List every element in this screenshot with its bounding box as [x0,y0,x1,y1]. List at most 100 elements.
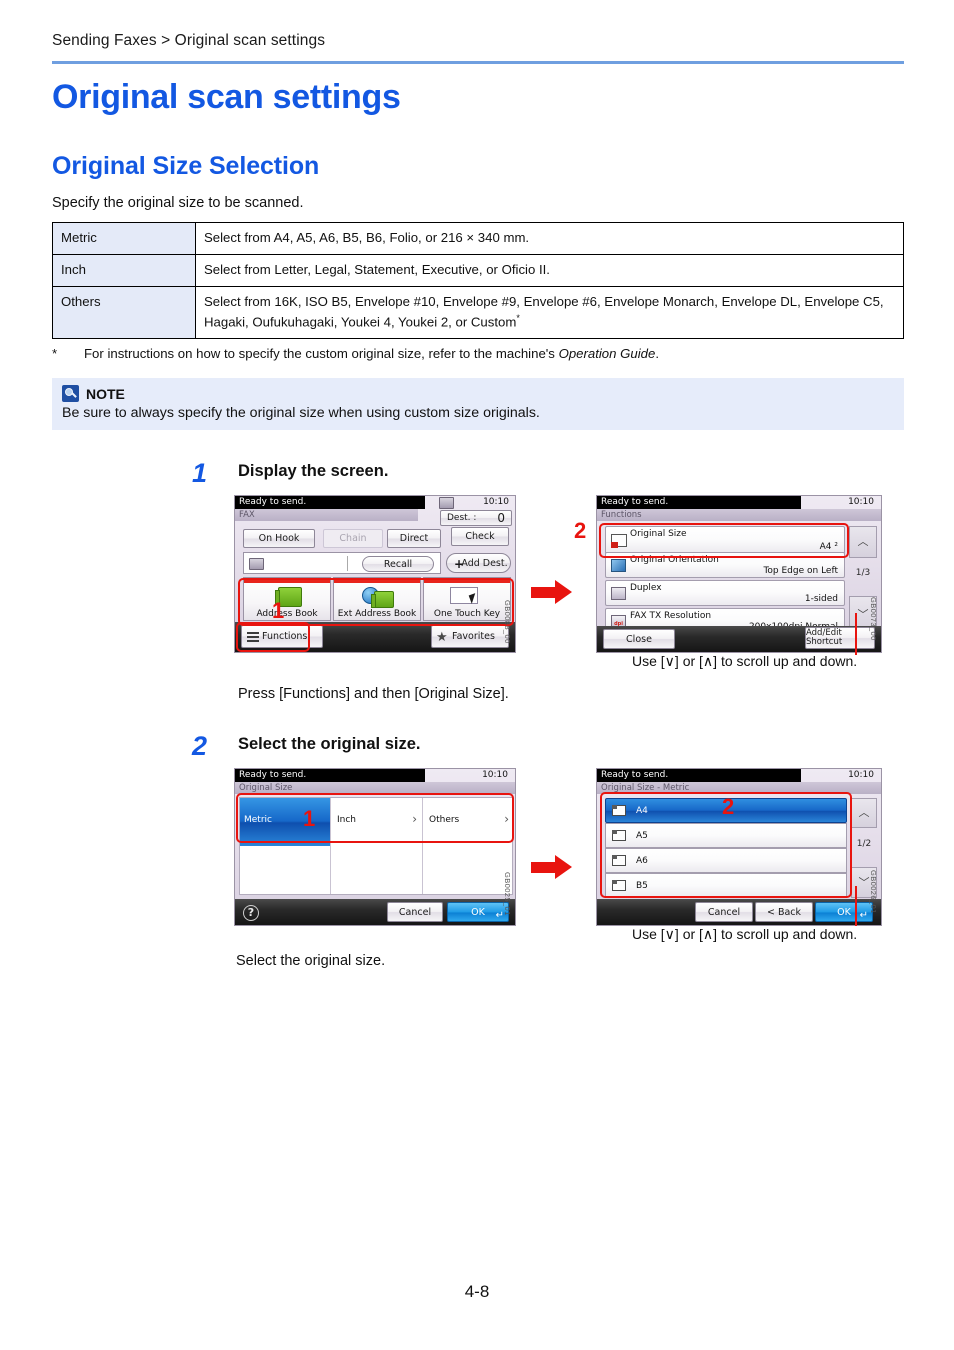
row-value: Top Edge on Left [763,566,838,576]
fax-tab-label: FAX [239,510,255,520]
item-label: B5 [636,881,648,891]
item-label: A6 [636,856,648,866]
add-dest-button[interactable]: + Add Dest. [446,553,511,573]
scroll-up-button[interactable]: ︿ [849,526,877,558]
option-others[interactable]: Others › [422,798,515,846]
row-label: Original Orientation [630,555,719,565]
tile-address-book[interactable]: Address Book [243,577,331,621]
tile-one-touch-key[interactable]: One Touch Key [423,577,511,621]
metric-status-bar: Ready to send. [597,769,802,782]
tile-label: Ext Address Book [337,609,417,619]
callout-leader-line [855,613,857,655]
figure-id-functions: GB0073_00 [869,597,878,641]
plus-icon: + [454,557,465,571]
ok-button[interactable]: OK ↵ [815,902,873,922]
dest-counter[interactable]: Dest. : 0 [440,510,512,526]
back-button[interactable]: < Back [755,902,813,922]
step-2-number: 2 [192,731,208,761]
row-label: Duplex [630,583,662,593]
figure-id-original-size: GB0025_01 [503,872,512,916]
document-page: Sending Faxes > Original scan settings O… [0,0,954,1350]
option-inch[interactable]: Inch › [330,798,423,846]
functions-button[interactable]: Functions [241,625,323,648]
close-button[interactable]: Close [603,629,675,649]
tile-label: One Touch Key [433,609,501,619]
item-label: A5 [636,831,648,841]
step-2-body: Select the original size. [236,953,386,969]
ok-button[interactable]: OK ↵ [447,902,509,922]
size-category-grid: Metric Inch › Others › [239,797,513,895]
item-label: A4 [636,806,648,816]
functions-tab-label: Functions [601,510,642,520]
fax-status-text: Ready to send. [239,497,307,507]
metric-status-text: Ready to send. [601,770,669,780]
chevron-right-icon: › [412,812,417,826]
ok-label: OK [837,906,851,918]
step-1-title: Display the screen. [238,462,389,480]
original-size-icon [611,534,627,548]
table-row: Others Select from 16K, ISO B5, Envelope… [52,286,904,340]
cancel-button[interactable]: Cancel [695,902,753,922]
table-key-others: Others [52,286,196,340]
add-edit-shortcut-button[interactable]: Add/Edit Shortcut [805,627,875,649]
table-row: Metric Select from A4, A5, A6, B5, B6, F… [52,221,904,256]
callout-number-2b: 2 [722,794,735,819]
page-number: 4-8 [464,1282,490,1301]
step-1-right-caption: Use [∨] or [∧] to scroll up and down. [632,653,858,669]
functions-status-bar: Ready to send. [597,496,802,509]
direct-button[interactable]: Direct [387,529,441,548]
tile-ext-address-book[interactable]: Ext Address Book [333,577,421,621]
row-label: FAX TX Resolution [630,611,712,621]
row-original-size[interactable]: Original Size A4 ² [605,526,845,554]
input-caret-divider [347,556,348,571]
original-size-status-bar: Ready to send. [235,769,426,782]
step-1-body: Press [Functions] and then [Original Siz… [238,686,509,702]
printer-icon [439,497,454,509]
step-2-title: Select the original size. [238,735,421,753]
page-indicator: 1/2 [856,839,872,849]
help-icon[interactable]: ? [243,905,259,921]
chain-button[interactable]: Chain [323,529,383,548]
step-2-right-caption: Use [∨] or [∧] to scroll up and down. [632,926,858,942]
grid-divider [422,846,423,894]
item-a6[interactable]: A6 [605,848,847,873]
callout-number-1b: 1 [303,806,316,831]
footnote-text-after: . [655,346,660,361]
original-size-tab-label: Original Size [239,783,293,793]
metric-time: 10:10 [848,770,874,780]
functions-time: 10:10 [848,497,874,507]
callout-number-1: 1 [272,598,285,623]
footnote: * For instructions on how to specify the … [52,346,659,361]
functions-status-text: Ready to send. [601,497,669,507]
item-a5[interactable]: A5 [605,823,847,848]
tile-accent-bar [424,578,510,583]
table-value-metric: Select from A4, A5, A6, B5, B6, Folio, o… [195,221,904,256]
metric-tab-bar: Original Size - Metric [597,782,881,794]
item-b5[interactable]: B5 [605,873,847,898]
recall-button[interactable]: Recall [362,556,434,572]
cancel-button[interactable]: Cancel [387,902,443,922]
original-size-tab-bar: Original Size [235,782,515,794]
option-metric[interactable]: Metric [240,798,330,846]
destination-input[interactable]: Recall [243,552,441,574]
paper-icon [612,855,626,866]
tile-accent-bar [244,578,330,583]
favorites-label: Favorites [452,631,495,642]
on-hook-button[interactable]: On Hook [243,529,315,548]
metric-tab-label: Original Size - Metric [601,783,690,793]
functions-icon [247,632,259,642]
fax-destination-icon [249,558,264,570]
screen-functions: Ready to send. 10:10 Functions Original … [596,495,882,653]
fax-tab-bar: FAX [235,509,419,521]
favorites-button[interactable]: ★ Favorites [431,625,509,648]
figure-id-fax-home: GB0088_00 [503,600,512,644]
row-original-orientation[interactable]: Original Orientation Top Edge on Left [605,552,845,578]
figure-id-metric: GB0026_01 [869,870,878,914]
check-button[interactable]: Check [451,527,509,546]
intro-text: Specify the original size to be scanned. [52,195,304,211]
step-1-number: 1 [192,458,208,488]
add-edit-shortcut-label: Add/Edit Shortcut [806,628,843,647]
scroll-up-button[interactable]: ︿ [851,798,877,828]
row-duplex[interactable]: Duplex 1-sided [605,580,845,606]
option-label: Others [429,815,460,825]
